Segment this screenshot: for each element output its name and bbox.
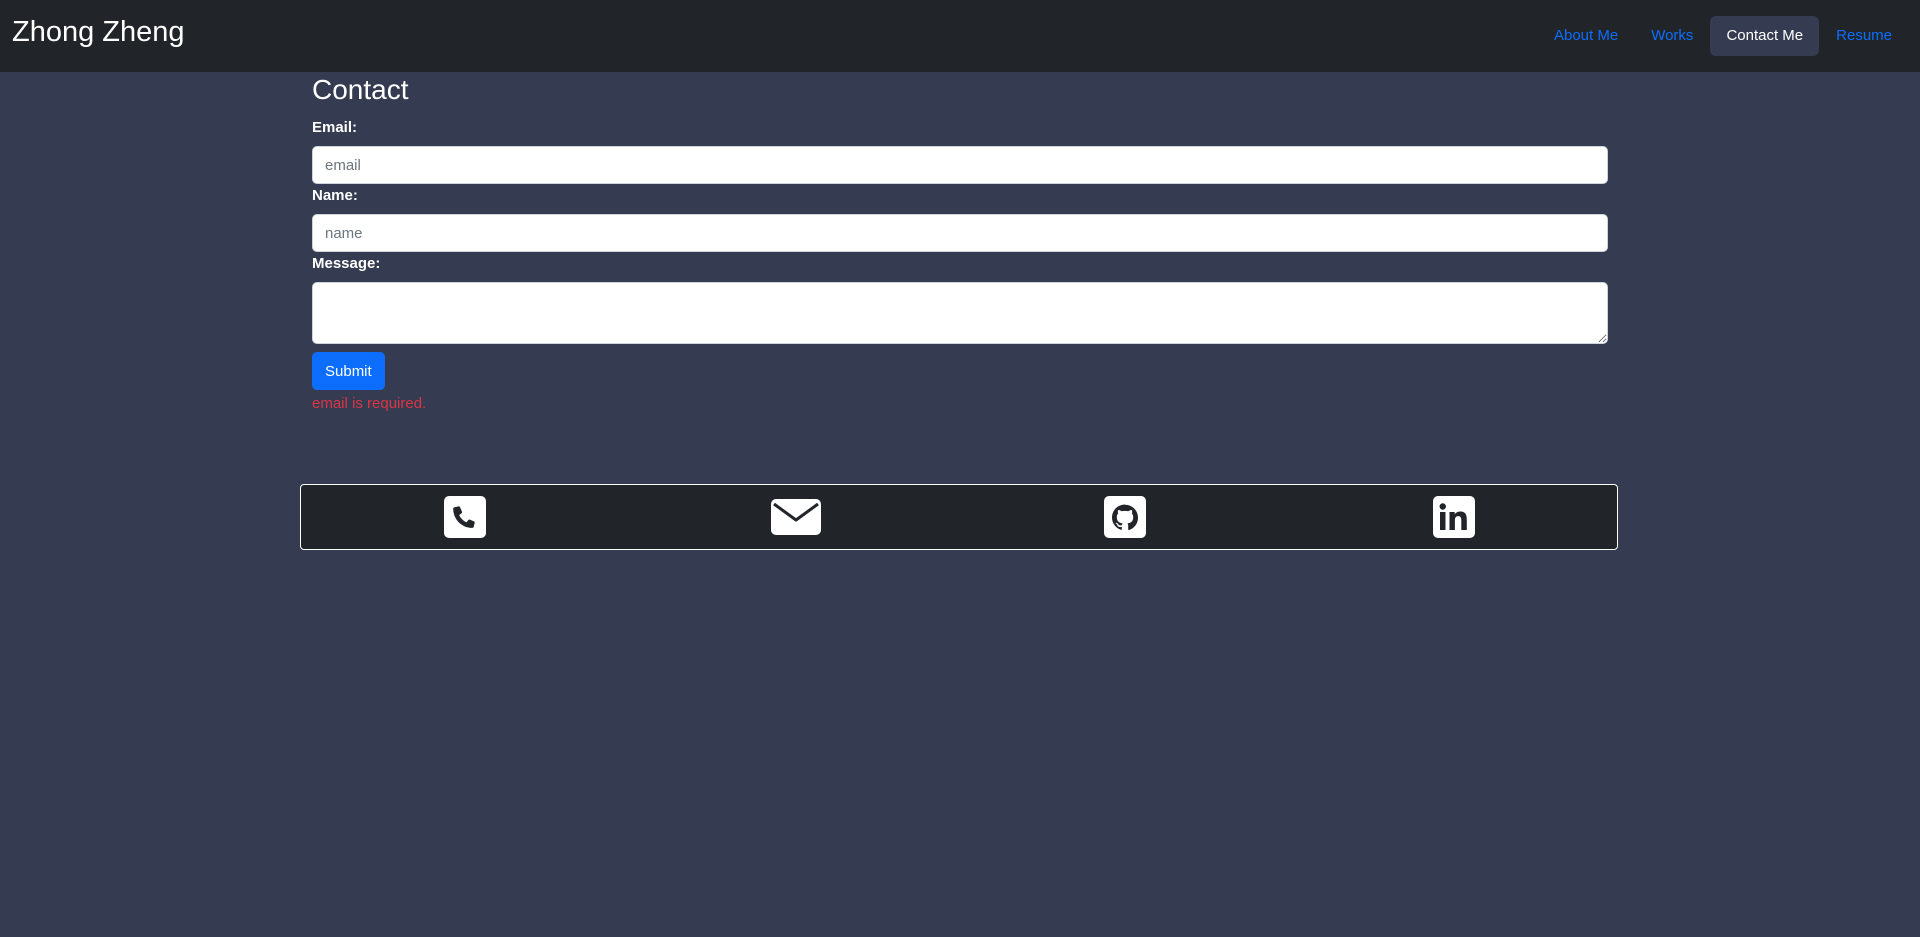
email-link[interactable] [771,496,821,538]
contact-section: Contact Email: Name: Message: Submit ema… [312,72,1608,414]
github-icon [1104,496,1146,538]
envelope-icon [771,499,821,535]
phone-link[interactable] [444,496,486,538]
github-link[interactable] [1104,496,1146,538]
error-message: email is required. [312,395,427,412]
message-label: Message: [312,255,381,272]
nav-link-contact-me[interactable]: Contact Me [1710,16,1820,56]
email-field[interactable] [312,146,1608,184]
message-field[interactable] [312,282,1608,344]
submit-button[interactable]: Submit [312,352,385,390]
nav-link-about-me[interactable]: About Me [1538,16,1634,56]
brand-link[interactable]: Zhong Zheng [12,14,185,50]
phone-icon [444,496,486,538]
social-links-bar [300,484,1618,550]
linkedin-icon [1433,496,1475,538]
nav-link-resume[interactable]: Resume [1820,16,1908,56]
contact-form: Email: Name: Message: Submit email is re… [312,118,1608,414]
top-navbar: Zhong Zheng About Me Works Contact Me Re… [0,0,1920,72]
nav-links: About Me Works Contact Me Resume [1537,16,1908,56]
page-title: Contact [312,74,409,105]
name-label: Name: [312,187,358,204]
nav-link-works[interactable]: Works [1635,16,1709,56]
name-field[interactable] [312,214,1608,252]
email-label: Email: [312,119,358,136]
linkedin-link[interactable] [1433,496,1475,538]
